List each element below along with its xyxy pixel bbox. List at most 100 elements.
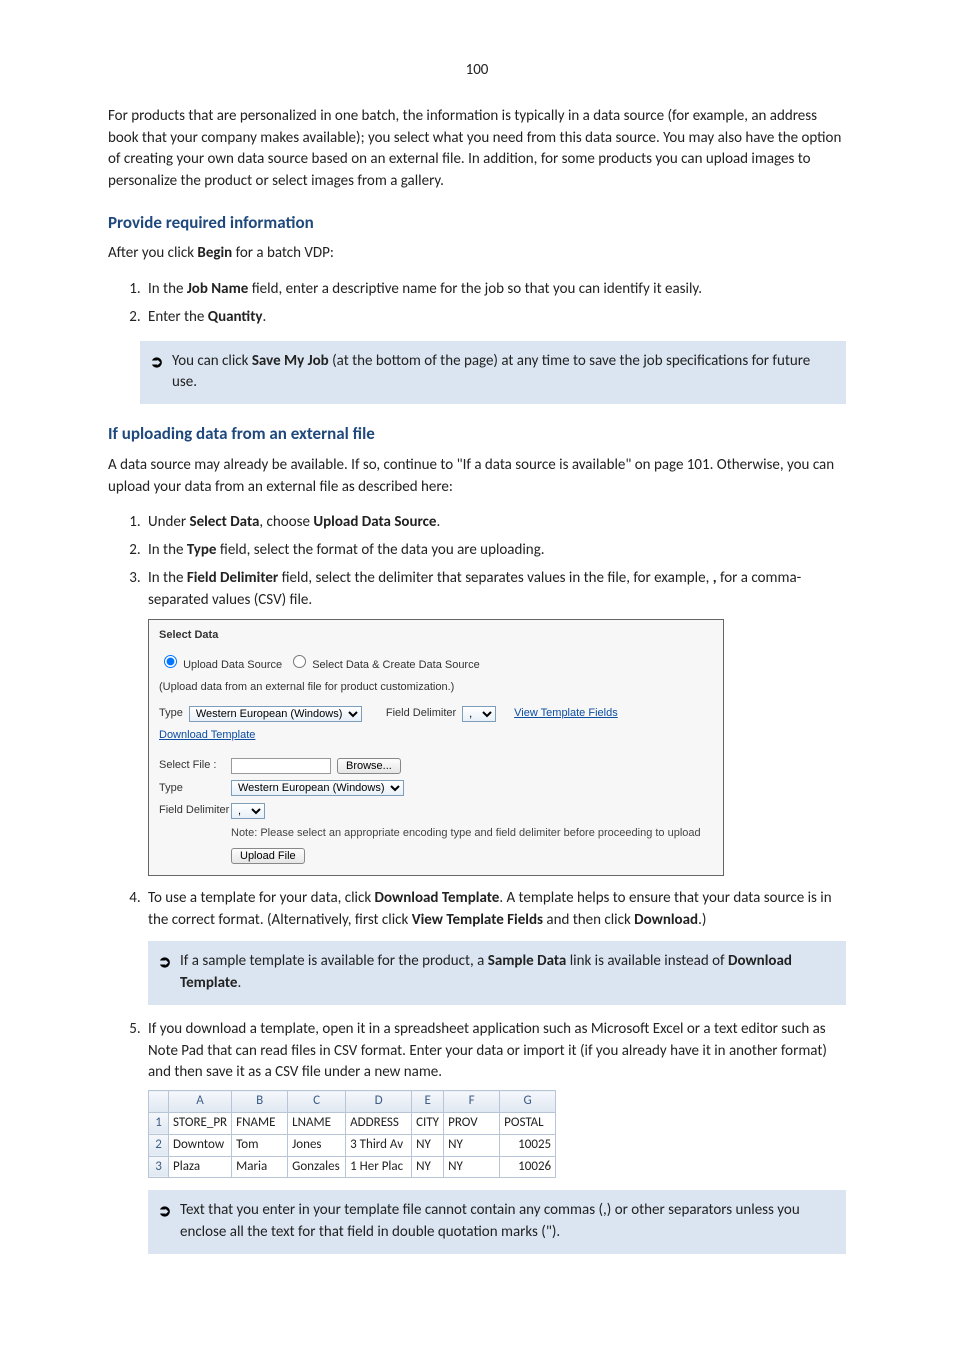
field-delimiter-label: Field Delimiter [386,706,456,722]
field-delimiter2-select[interactable]: , [231,803,265,819]
spreadsheet-row: 2DowntowTomJones3 Third AvNYNY10025 [149,1134,556,1156]
section1-steps: In the Job Name field, enter a descripti… [108,279,846,329]
upload-file-button[interactable]: Upload File [231,848,305,864]
spreadsheet-col-header: E [412,1091,444,1113]
bold-downloadtemplate: Download Template [375,889,500,907]
arrow-right-icon: ➲ [158,1200,171,1223]
spreadsheet-cell: ADDRESS [346,1112,412,1134]
text: , choose [259,513,313,531]
list-item: In the Job Name field, enter a descripti… [144,279,846,301]
spreadsheet-header-row: ABCDEFG [149,1091,556,1113]
text: Text that you enter in your template fil… [180,1201,800,1241]
bold-download: Download [634,911,698,929]
text: If you download a template, open it in a… [148,1020,827,1082]
spreadsheet-col-header: G [500,1091,556,1113]
text: In the [148,541,187,559]
bold-begin: Begin [197,244,232,262]
spreadsheet-cell: STORE_PR [169,1112,232,1134]
list-item: To use a template for your data, click D… [144,888,846,1005]
bold-sampledata: Sample Data [488,952,567,970]
text: To use a template for your data, click [148,889,375,907]
section2-steps: Under Select Data , choose Upload Data So… [108,512,846,1254]
text: If a sample template is available for th… [180,952,488,970]
text: . [263,308,267,326]
spreadsheet-col-header: A [169,1091,232,1113]
spreadsheet-cell: Maria [232,1156,288,1178]
spreadsheet-col-header: C [288,1091,346,1113]
text: Enter the [148,308,208,326]
text: link is available instead of [566,952,728,970]
radio-upload-data-source-input[interactable] [164,655,177,668]
screenshot-legend: Select Data [159,628,713,644]
text: . [437,513,441,531]
bold-type: Type [187,541,217,559]
field-delimiter2-label: Field Delimiter [159,803,231,819]
spreadsheet-cell: NY [412,1134,444,1156]
spreadsheet-row-number: 2 [149,1134,169,1156]
spreadsheet-example: ABCDEFG 1STORE_PRFNAMELNAMEADDRESSCITYPR… [148,1090,556,1178]
tip-sample-data: ➲ If a sample template is available for … [148,941,846,1005]
download-template-link[interactable]: Download Template [159,728,255,744]
bold-savemyjob: Save My Job [252,352,329,370]
select-file-input[interactable] [231,758,331,774]
spreadsheet-cell: NY [444,1134,500,1156]
spreadsheet-col-header: F [444,1091,500,1113]
spreadsheet-cell: Tom [232,1134,288,1156]
text: field, enter a descriptive name for the … [248,280,702,298]
bold-viewtemplatefields: View Template Fields [412,911,543,929]
spreadsheet-cell: Plaza [169,1156,232,1178]
text: After you click [108,244,197,262]
type-select[interactable]: Western European (Windows) [189,706,362,722]
section1-intro: After you click Begin for a batch VDP: [108,243,846,265]
spreadsheet-cell: FNAME [232,1112,288,1134]
field-delimiter-select[interactable]: , [462,706,496,722]
arrow-right-icon: ➲ [150,351,163,374]
screenshot-hint: (Upload data from an external file for p… [159,680,713,696]
spreadsheet-cell: Jones [288,1134,346,1156]
spreadsheet-cell: 1 Her Plac [346,1156,412,1178]
bold-uploaddatasource: Upload Data Source [313,513,436,531]
text: field, select the format of the data you… [216,541,544,559]
list-item: In the Field Delimiter field, select the… [144,568,846,876]
radio-select-create-source[interactable]: Select Data & Create Data Source [288,652,480,674]
radio-label: Upload Data Source [183,659,282,671]
section2-intro: A data source may already be available. … [108,455,846,499]
bold-fielddelim: Field Delimiter [187,569,278,587]
text: In the [148,280,187,298]
list-item: In the Type field, select the format of … [144,540,846,562]
spreadsheet-col-header: B [232,1091,288,1113]
section-heading-upload: If uploading data from an external file [108,422,846,447]
spreadsheet-cell: NY [444,1156,500,1178]
browse-button[interactable]: Browse... [337,758,401,774]
list-item: If you download a template, open it in a… [144,1019,846,1254]
text: In the [148,569,187,587]
radio-select-create-source-input[interactable] [293,655,306,668]
page-number: 100 [108,60,846,82]
type2-select[interactable]: Western European (Windows) [231,780,404,796]
spreadsheet-row: 1STORE_PRFNAMELNAMEADDRESSCITYPROVPOSTAL [149,1112,556,1134]
spreadsheet-cell: 10026 [500,1156,556,1178]
view-template-fields-link[interactable]: View Template Fields [514,706,618,722]
text: .) [698,911,706,929]
text: for a batch VDP: [232,244,334,262]
text: field, select the delimiter that separat… [278,569,713,587]
text: . [237,974,241,992]
bold-jobname: Job Name [187,280,249,298]
intro-paragraph: For products that are personalized in on… [108,106,846,193]
spreadsheet-cell: PROV [444,1112,500,1134]
section-heading-provide: Provide required information [108,211,846,236]
select-data-screenshot: Select Data Upload Data Source Select Da… [148,619,724,876]
spreadsheet-cell: Gonzales [288,1156,346,1178]
spreadsheet-cell: LNAME [288,1112,346,1134]
spreadsheet-cell: 3 Third Av [346,1134,412,1156]
text: Under [148,513,189,531]
spreadsheet-row: 3PlazaMariaGonzales1 Her PlacNYNY10026 [149,1156,556,1178]
tip-no-commas: ➲ Text that you enter in your template f… [148,1190,846,1254]
spreadsheet-cell: POSTAL [500,1112,556,1134]
radio-upload-data-source[interactable]: Upload Data Source [159,652,282,674]
list-item: Under Select Data, choose Upload Data So… [144,512,846,534]
encoding-note: Note: Please select an appropriate encod… [231,826,713,842]
type2-label: Type [159,781,231,797]
text: You can click [172,352,252,370]
text: and then click [543,911,634,929]
